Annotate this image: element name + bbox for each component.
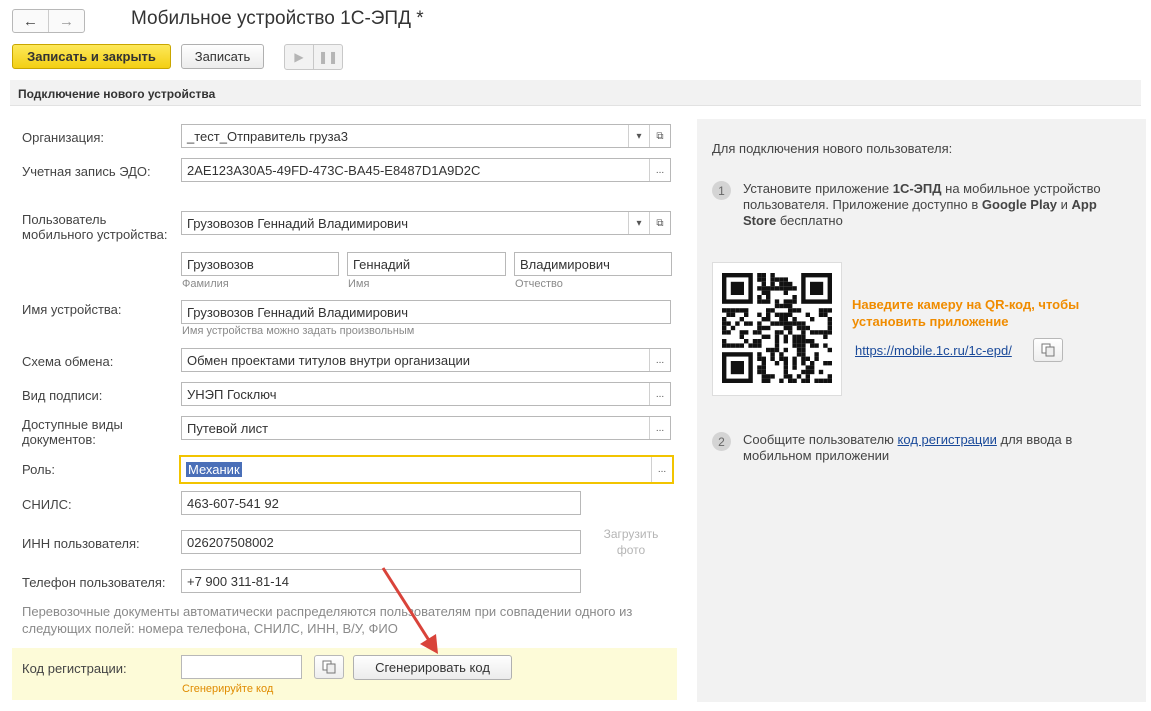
sign-value: УНЭП Госключ	[187, 386, 277, 402]
select-button[interactable]: ...	[649, 349, 670, 371]
user-field[interactable]: Грузовозов Геннадий Владимирович ▾ ⧉	[181, 211, 671, 235]
copy-icon	[322, 660, 336, 674]
save-button[interactable]: Записать	[181, 44, 264, 69]
save-and-close-button[interactable]: Записать и закрыть	[12, 44, 171, 69]
qr-caption: Наведите камеру на QR-код, чтобы установ…	[852, 297, 1080, 329]
edo-field[interactable]: 2AE123A30A5-49FD-473C-BA45-E8487D1A9D2C …	[181, 158, 671, 182]
doc-types-field[interactable]: Путевой лист ...	[181, 416, 671, 440]
role-field[interactable]: Механик ...	[179, 455, 674, 484]
doc-types-label: Доступные виды документов:	[22, 417, 123, 447]
edo-label: Учетная запись ЭДО:	[22, 164, 151, 179]
forward-icon[interactable]: →	[48, 10, 84, 32]
dropdown-icon[interactable]: ▾	[628, 212, 649, 234]
open-icon[interactable]: ⧉	[649, 125, 670, 147]
last-name-value: Грузовозов	[187, 256, 254, 272]
role-label: Роль:	[22, 462, 56, 477]
scheme-label: Схема обмена:	[22, 354, 114, 369]
user-value: Грузовозов Геннадий Владимирович	[187, 215, 408, 231]
patronymic-input[interactable]: Владимирович	[514, 252, 672, 276]
device-name-value: Грузовозов Геннадий Владимирович	[187, 304, 408, 320]
org-field[interactable]: _тест_Отправитель груза3 ▾ ⧉	[181, 124, 671, 148]
copy-code-button[interactable]	[314, 655, 344, 679]
step-1-end: бесплатно	[776, 213, 843, 228]
reg-code-hint: Сгенерируйте код	[182, 683, 274, 695]
patronymic-value: Владимирович	[520, 256, 610, 272]
inn-label: ИНН пользователя:	[22, 536, 140, 551]
play-icon[interactable]: ▶	[284, 44, 314, 70]
pause-icon[interactable]: ❚❚	[313, 44, 343, 70]
mobile-app-link[interactable]: https://mobile.1c.ru/1c-epd/	[855, 343, 1012, 358]
select-button[interactable]: ...	[649, 417, 670, 439]
device-name-input[interactable]: Грузовозов Геннадий Владимирович	[181, 300, 671, 324]
step-2-text: Сообщите пользователю код регистрации дл…	[743, 432, 1128, 464]
last-name-input[interactable]: Грузовозов	[181, 252, 339, 276]
snils-input[interactable]: 463-607-541 92	[181, 491, 581, 515]
history-nav: ← →	[12, 9, 85, 33]
inn-input[interactable]: 026207508002	[181, 530, 581, 554]
patronymic-hint: Отчество	[515, 278, 563, 290]
doc-types-value: Путевой лист	[187, 420, 269, 436]
snils-label: СНИЛС:	[22, 497, 72, 512]
sign-field[interactable]: УНЭП Госключ ...	[181, 382, 671, 406]
device-name-label: Имя устройства:	[22, 302, 122, 317]
edo-value: 2AE123A30A5-49FD-473C-BA45-E8487D1A9D2C	[187, 162, 481, 178]
reg-code-label: Код регистрации:	[22, 661, 127, 676]
annotation-arrow-icon	[381, 567, 438, 654]
first-name-value: Геннадий	[353, 256, 411, 272]
step-1-badge: 1	[712, 181, 731, 200]
snils-value: 463-607-541 92	[187, 495, 279, 511]
page-title: Мобильное устройство 1С-ЭПД *	[131, 8, 424, 29]
first-name-input[interactable]: Геннадий	[347, 252, 506, 276]
org-value: _тест_Отправитель груза3	[187, 128, 349, 144]
reg-code-input[interactable]	[181, 655, 302, 679]
step-1-text: Установите приложение 1С-ЭПД на мобильно…	[743, 181, 1128, 229]
dropdown-icon[interactable]: ▾	[628, 125, 649, 147]
first-name-hint: Имя	[348, 278, 370, 290]
step-2-badge: 2	[712, 432, 731, 451]
instructions-intro: Для подключения нового пользователя:	[712, 141, 953, 156]
step-1-app: 1С-ЭПД	[892, 181, 942, 196]
step-1-part1: Установите приложение	[743, 181, 893, 196]
role-value: Механик	[186, 462, 242, 477]
select-button[interactable]: ...	[651, 457, 672, 482]
registration-code-link[interactable]: код регистрации	[898, 432, 997, 447]
select-button[interactable]: ...	[649, 383, 670, 405]
open-icon[interactable]: ⧉	[649, 212, 670, 234]
section-header: Подключение нового устройства	[10, 80, 1141, 106]
copy-link-button[interactable]	[1033, 338, 1063, 362]
upload-photo-link[interactable]: Загрузить фото	[600, 526, 662, 558]
user-label: Пользователь мобильного устройства:	[22, 212, 168, 242]
last-name-hint: Фамилия	[182, 278, 229, 290]
scheme-value: Обмен проектами титулов внутри организац…	[187, 352, 471, 368]
step-1-google-play: Google Play	[981, 197, 1058, 212]
org-label: Организация:	[22, 130, 105, 145]
inn-value: 026207508002	[187, 534, 274, 550]
qr-code	[712, 262, 842, 396]
scheme-field[interactable]: Обмен проектами титулов внутри организац…	[181, 348, 671, 372]
phone-label: Телефон пользователя:	[22, 575, 166, 590]
device-name-hint: Имя устройства можно задать произвольным	[182, 325, 415, 337]
select-button[interactable]: ...	[649, 159, 670, 181]
step-1-and: и	[1057, 197, 1072, 212]
step-2-part1: Сообщите пользователю	[743, 432, 898, 447]
copy-icon	[1041, 343, 1055, 357]
sign-label: Вид подписи:	[22, 388, 103, 403]
qr-code-image	[722, 273, 832, 383]
distribution-note: Перевозочные документы автоматически рас…	[22, 604, 633, 636]
back-icon[interactable]: ←	[13, 10, 48, 32]
